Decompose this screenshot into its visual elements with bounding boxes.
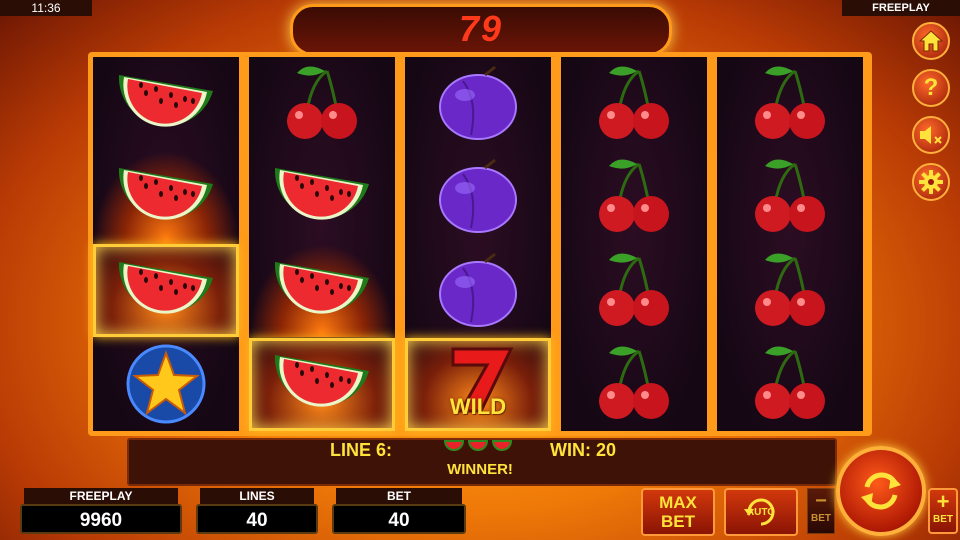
- watermelon-icon: [274, 355, 369, 407]
- plum-icon: [439, 252, 517, 327]
- bet-increase-button[interactable]: + BET: [928, 488, 958, 534]
- cherry-icon: [599, 346, 669, 419]
- symbol-watermelon: [93, 244, 239, 337]
- bet-decrease-button[interactable]: − BET: [807, 488, 835, 534]
- watermelon-icon: [118, 261, 213, 314]
- auto-label: AUTO: [746, 507, 776, 518]
- cherry-icon: [755, 346, 825, 419]
- win-line-symbols: [444, 440, 512, 454]
- bet-decrease-label: BET: [811, 513, 831, 524]
- reel-1: [93, 57, 239, 431]
- cherry-icon: [755, 252, 825, 326]
- symbol-cherry: [717, 338, 863, 431]
- watermelon-icon: [118, 168, 213, 220]
- max-bet-button[interactable]: MAX BET: [641, 488, 715, 536]
- cherry-icon: [599, 159, 669, 232]
- symbol-plum: [405, 151, 551, 244]
- watermelon-icon: [118, 74, 213, 127]
- auto-button[interactable]: AUTO: [724, 488, 798, 536]
- settings-button[interactable]: [912, 163, 950, 201]
- symbol-cherry: [717, 244, 863, 337]
- symbol-cherry: [561, 151, 707, 244]
- home-button[interactable]: [912, 22, 950, 60]
- cherry-icon: [599, 252, 669, 326]
- max-bet-line1: MAX: [659, 493, 697, 512]
- bet-value[interactable]: 40: [332, 504, 466, 534]
- freeplay-balance: 9960: [20, 504, 182, 534]
- reel-4: [561, 57, 707, 431]
- settings-icon: [919, 170, 943, 194]
- symbol-cherry: [249, 57, 395, 150]
- symbol-star: [93, 338, 239, 431]
- plum-icon: [439, 158, 517, 233]
- star-icon: [126, 344, 206, 424]
- bet-label: BET: [336, 488, 462, 504]
- plus-icon: +: [936, 489, 950, 514]
- sound-button[interactable]: [912, 116, 950, 154]
- symbol-plum: [405, 244, 551, 337]
- reel-3: WILD: [405, 57, 551, 431]
- plum-icon: [439, 65, 517, 140]
- lines-label: LINES: [200, 488, 314, 504]
- watermelon-icon: [444, 440, 464, 451]
- sound-muted-icon: [920, 126, 942, 144]
- win-amount: WIN: 20: [550, 440, 617, 460]
- reel-5: [717, 57, 863, 431]
- cherry-icon: [287, 65, 357, 139]
- symbol-cherry: [561, 57, 707, 150]
- wild-label: WILD: [449, 393, 507, 419]
- watermelon-icon: [274, 168, 369, 220]
- cherry-icon: [755, 65, 825, 139]
- help-icon: ?: [923, 74, 939, 101]
- clock: 11:36: [0, 0, 92, 16]
- reel-2: [249, 57, 395, 431]
- spin-icon: [861, 472, 901, 510]
- watermelon-icon: [468, 440, 488, 451]
- symbol-watermelon: [249, 151, 395, 244]
- home-icon: [919, 30, 943, 52]
- symbol-cherry: [717, 151, 863, 244]
- watermelon-icon: [492, 440, 512, 451]
- symbol-plum: [405, 57, 551, 150]
- help-button[interactable]: ?: [912, 69, 950, 107]
- win-line-label: LINE 6:: [330, 440, 393, 460]
- symbol-watermelon: [249, 244, 395, 337]
- cherry-icon: [599, 65, 669, 139]
- freeplay-label: FREEPLAY: [24, 488, 178, 504]
- winner-text: WINNER!: [447, 461, 513, 478]
- minus-icon: −: [815, 490, 827, 512]
- watermelon-icon: [274, 261, 369, 314]
- symbol-watermelon: [93, 57, 239, 150]
- spin-button[interactable]: [836, 446, 926, 536]
- symbol-cherry: [561, 338, 707, 431]
- bet-increase-label: BET: [933, 514, 953, 525]
- cherry-icon: [755, 159, 825, 232]
- max-bet-line2: BET: [661, 512, 695, 531]
- jackpot-counter: 79: [290, 4, 672, 56]
- symbol-seven: WILD: [405, 337, 551, 431]
- symbol-cherry: [561, 244, 707, 337]
- symbol-watermelon: [249, 337, 395, 431]
- lines-value[interactable]: 40: [196, 504, 318, 534]
- mode-label: FREEPLAY: [842, 0, 960, 16]
- symbol-cherry: [717, 57, 863, 150]
- symbol-watermelon: [93, 150, 239, 244]
